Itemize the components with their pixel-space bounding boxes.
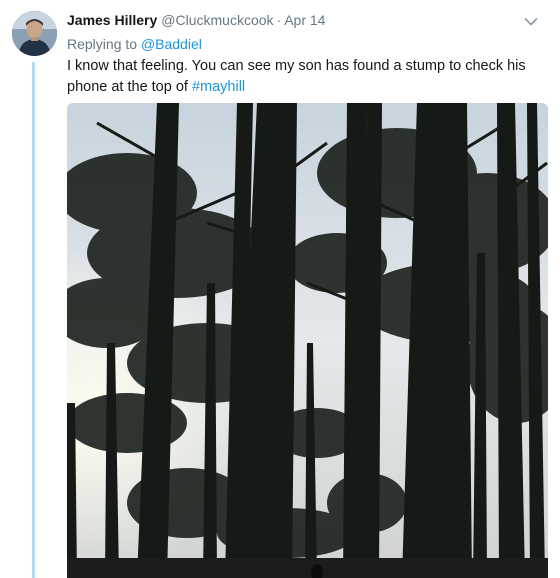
display-name[interactable]: James Hillery xyxy=(67,12,157,28)
tweet-photo[interactable] xyxy=(67,103,548,578)
replying-prefix: Replying to xyxy=(67,36,141,52)
tweet-timestamp[interactable]: Apr 14 xyxy=(284,12,325,28)
tweet-text-body: I know that feeling. You can see my son … xyxy=(67,58,526,95)
hashtag-link[interactable]: #mayhill xyxy=(192,79,245,95)
tweet-text: I know that feeling. You can see my son … xyxy=(67,56,547,98)
tweet-header: James Hillery @Cluckmuckcook · Apr 14 xyxy=(67,10,325,30)
chevron-down-icon[interactable] xyxy=(524,14,538,26)
header-separator: · xyxy=(276,12,282,28)
replying-to-link[interactable]: @Baddiel xyxy=(141,36,202,52)
reply-thread-line xyxy=(32,62,35,578)
user-avatar-image xyxy=(12,11,57,56)
replying-to-line: Replying to @Baddiel xyxy=(67,34,202,54)
user-handle[interactable]: @Cluckmuckcook xyxy=(161,12,273,28)
forest-photo xyxy=(67,103,548,578)
avatar[interactable] xyxy=(12,11,57,56)
